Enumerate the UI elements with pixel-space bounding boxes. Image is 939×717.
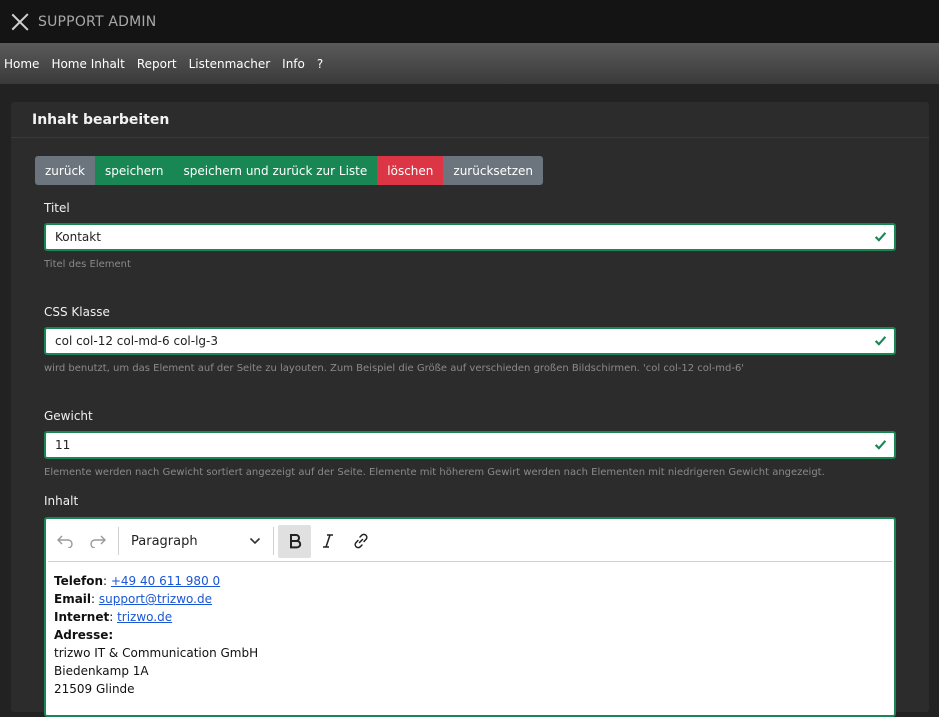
- email-line: Email: support@trizwo.de: [54, 592, 212, 606]
- link-icon: [353, 533, 368, 549]
- gewicht-input[interactable]: 11: [44, 431, 896, 459]
- titel-label: Titel: [44, 201, 70, 215]
- rich-text-editor[interactable]: Paragraph Telefon: +49 40 611 980 0 Emai…: [44, 517, 896, 717]
- save-button[interactable]: speichern: [95, 156, 174, 185]
- telefon-line: Telefon: +49 40 611 980 0: [54, 574, 221, 588]
- toolbar-divider: [118, 527, 119, 555]
- main-nav: Home Home Inhalt Report Listenmacher Inf…: [0, 43, 939, 84]
- chevron-down-icon: [249, 537, 261, 545]
- editor-toolbar: Paragraph: [48, 521, 892, 562]
- css-label: CSS Klasse: [44, 305, 110, 319]
- nav-home[interactable]: Home: [4, 57, 39, 71]
- nav-report[interactable]: Report: [137, 57, 177, 71]
- email-link[interactable]: support@trizwo.de: [99, 592, 212, 606]
- italic-button[interactable]: [311, 525, 344, 558]
- italic-icon: [322, 534, 333, 548]
- titel-input[interactable]: Kontakt: [44, 223, 896, 251]
- css-input[interactable]: col col-12 col-md-6 col-lg-3: [44, 327, 896, 355]
- action-buttons: zurück speichern speichern und zurück zu…: [35, 156, 544, 185]
- nav-listenmacher[interactable]: Listenmacher: [189, 57, 271, 71]
- gewicht-label: Gewicht: [44, 409, 93, 423]
- title-bar: SUPPORT ADMIN: [0, 0, 939, 43]
- close-icon[interactable]: [10, 12, 30, 32]
- gewicht-help: Elemente werden nach Gewicht sortiert an…: [44, 467, 825, 478]
- address-line-1: trizwo IT & Communication GmbH: [54, 646, 259, 660]
- redo-icon: [89, 535, 106, 548]
- internet-link[interactable]: trizwo.de: [117, 610, 172, 624]
- css-help: wird benutzt, um das Element auf der Sei…: [44, 363, 745, 374]
- block-format-select[interactable]: Paragraph: [123, 534, 269, 549]
- nav-info[interactable]: Info: [282, 57, 305, 71]
- bold-icon: [289, 534, 301, 549]
- adresse-line: Adresse:: [54, 626, 894, 644]
- valid-check-icon: [874, 232, 887, 242]
- internet-label: Internet: [54, 610, 110, 624]
- valid-check-icon: [874, 336, 887, 346]
- undo-button[interactable]: [48, 525, 81, 558]
- save-and-back-button[interactable]: speichern und zurück zur Liste: [173, 156, 378, 185]
- editor-content[interactable]: Telefon: +49 40 611 980 0 Email: support…: [46, 562, 894, 698]
- card-title: Inhalt bearbeiten: [11, 102, 929, 138]
- gewicht-value: 11: [55, 438, 71, 452]
- bold-button[interactable]: [278, 524, 311, 558]
- valid-check-icon: [874, 440, 887, 450]
- nav-help[interactable]: ?: [317, 57, 323, 71]
- nav-home-inhalt[interactable]: Home Inhalt: [51, 57, 124, 71]
- redo-button[interactable]: [81, 525, 114, 558]
- delete-button[interactable]: löschen: [377, 156, 444, 185]
- titel-help: Titel des Element: [44, 259, 131, 270]
- block-format-value: Paragraph: [131, 533, 198, 549]
- app-title: SUPPORT ADMIN: [38, 13, 157, 30]
- reset-button[interactable]: zurücksetzen: [443, 156, 544, 185]
- adresse-label: Adresse:: [54, 628, 114, 642]
- back-button[interactable]: zurück: [35, 156, 95, 185]
- css-value: col col-12 col-md-6 col-lg-3: [55, 334, 218, 348]
- telefon-link[interactable]: +49 40 611 980 0: [111, 574, 220, 588]
- inhalt-label: Inhalt: [44, 494, 79, 508]
- undo-icon: [56, 535, 73, 548]
- edit-card: Inhalt bearbeiten zurück speichern speic…: [11, 102, 929, 717]
- telefon-label: Telefon: [54, 574, 103, 588]
- titel-value: Kontakt: [55, 230, 101, 244]
- link-button[interactable]: [344, 525, 377, 558]
- address-line-2: Biedenkamp 1A: [54, 664, 149, 678]
- address-line-3: 21509 Glinde: [54, 682, 135, 696]
- email-label: Email: [54, 592, 92, 606]
- internet-line: Internet: trizwo.de: [54, 610, 173, 624]
- toolbar-divider: [273, 527, 274, 555]
